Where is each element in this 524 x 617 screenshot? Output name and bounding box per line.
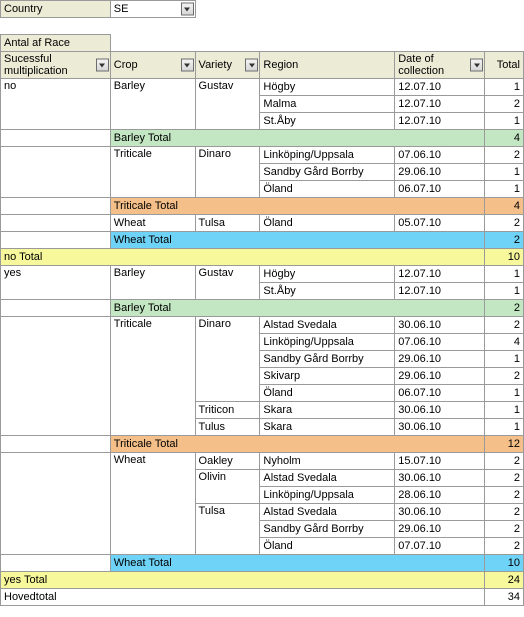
header-variety[interactable]: Variety: [195, 52, 260, 79]
table-row: Triticale Dinaro Linköping/Uppsala 07.06…: [1, 147, 524, 164]
header-crop[interactable]: Crop: [110, 52, 195, 79]
table-row: no Barley Gustav Högby 12.07.10 1: [1, 79, 524, 96]
subtotal-row: Triticale Total 4: [1, 198, 524, 215]
table-row: Triticale Dinaro Alstad Svedala 30.06.10…: [1, 317, 524, 334]
table-row: yes Barley Gustav Högby 12.07.10 1: [1, 266, 524, 283]
pivot-title: Antal af Race: [1, 35, 111, 52]
header-multiplication[interactable]: Sucessful multiplication: [1, 52, 111, 79]
table-row: Wheat Tulsa Öland 05.07.10 2: [1, 215, 524, 232]
no-total-label: no Total: [1, 249, 485, 266]
header-total: Total: [485, 52, 524, 79]
subtotal-row: Wheat Total 2: [1, 232, 524, 249]
dropdown-icon[interactable]: [181, 3, 194, 16]
header-date[interactable]: Date of collection: [395, 52, 485, 79]
pivot-table: Country SE Antal af Race Sucessful multi…: [0, 0, 524, 606]
subtotal-row: Triticale Total 12: [1, 436, 524, 453]
country-label: Country: [1, 1, 111, 18]
subtotal-row: Barley Total 4: [1, 130, 524, 147]
variety-cell: Gustav: [195, 79, 260, 130]
column-headers: Sucessful multiplication Crop Variety Re…: [1, 52, 524, 79]
crop-cell: Barley: [110, 79, 195, 130]
filter-row: Country SE: [1, 1, 524, 18]
group-total-row: no Total 10: [1, 249, 524, 266]
group-no: no: [1, 79, 111, 130]
country-select[interactable]: SE: [110, 1, 195, 18]
table-row: Wheat Oakley Nyholm 15.07.10 2: [1, 453, 524, 470]
header-region: Region: [260, 52, 395, 79]
barley-total-label: Barley Total: [110, 130, 484, 147]
yes-total-value: 24: [485, 572, 524, 589]
filter-icon[interactable]: [181, 59, 194, 72]
subtotal-row: Barley Total 2: [1, 300, 524, 317]
barley-total-value: 4: [485, 130, 524, 147]
yes-total-label: yes Total: [1, 572, 485, 589]
no-total-value: 10: [485, 249, 524, 266]
filter-icon[interactable]: [96, 59, 109, 72]
subtotal-row: Wheat Total 10: [1, 555, 524, 572]
grand-total-row: Hovedtotal 34: [1, 589, 524, 606]
group-yes: yes: [1, 266, 111, 300]
grand-total-value: 34: [485, 589, 524, 606]
country-value: SE: [114, 3, 129, 15]
filter-icon[interactable]: [470, 59, 483, 72]
group-total-row: yes Total 24: [1, 572, 524, 589]
filter-icon[interactable]: [245, 59, 258, 72]
grand-total-label: Hovedtotal: [1, 589, 485, 606]
